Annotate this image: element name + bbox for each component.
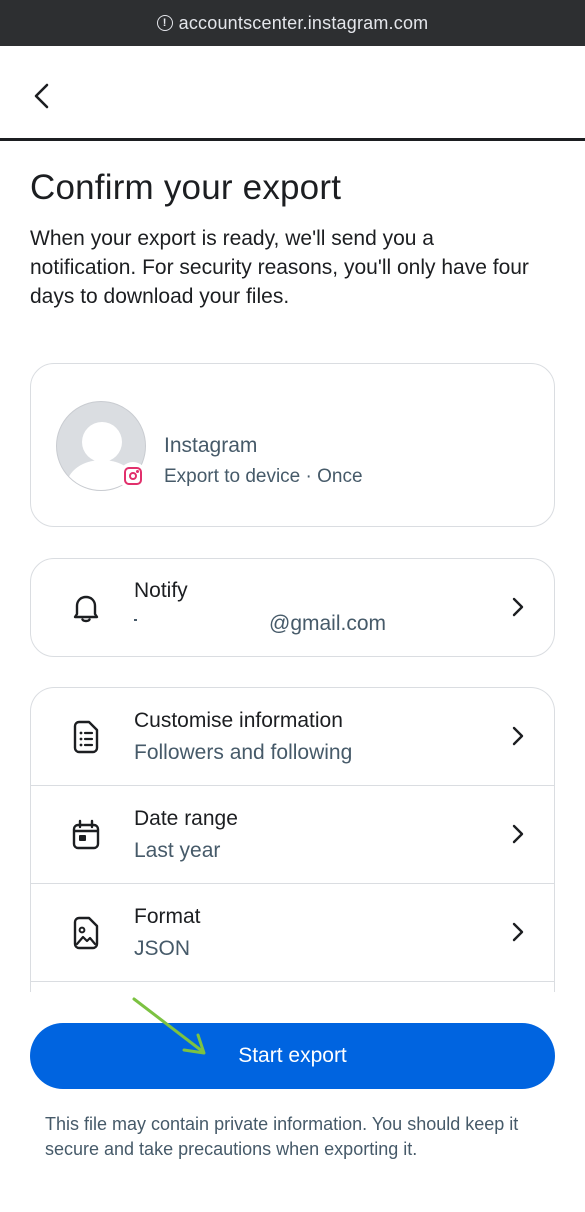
export-options-card: Customise information Followers and foll… xyxy=(30,687,555,1007)
account-name: Instagram xyxy=(164,434,258,457)
image-file-icon xyxy=(69,916,103,950)
account-subtitle: Export to device · Once xyxy=(164,466,363,487)
back-button[interactable] xyxy=(22,76,62,116)
scroll-fade xyxy=(0,992,585,1022)
option-title: Format xyxy=(134,905,201,928)
option-value: JSON xyxy=(134,937,191,960)
chevron-right-icon xyxy=(508,726,528,746)
option-row-date-range[interactable]: Date range Last year xyxy=(31,786,554,884)
option-title: Customise information xyxy=(134,709,343,732)
option-value: Followers and following xyxy=(134,741,353,764)
option-value: Last year xyxy=(134,839,221,862)
privacy-note: This file may contain private informatio… xyxy=(45,1114,519,1159)
annotation-arrow-icon xyxy=(132,997,206,1055)
browser-url-bar[interactable]: ! accountscenter.instagram.com xyxy=(0,0,585,46)
page-title: Confirm your export xyxy=(30,168,342,207)
url-text[interactable]: accountscenter.instagram.com xyxy=(179,13,429,34)
option-title: Date range xyxy=(134,807,238,830)
start-export-button[interactable]: Start export xyxy=(30,1023,555,1089)
calendar-icon xyxy=(69,818,103,852)
page-description: When your export is ready, we'll send yo… xyxy=(30,227,529,308)
info-icon[interactable]: ! xyxy=(156,15,173,31)
top-nav xyxy=(0,46,585,141)
notify-title: Notify xyxy=(134,579,188,602)
document-list-icon xyxy=(69,720,103,754)
chevron-left-icon xyxy=(34,83,49,109)
email-redacted-mark xyxy=(134,619,137,621)
instagram-icon xyxy=(124,467,142,485)
notify-email: @gmail.com xyxy=(269,612,387,635)
chevron-right-icon xyxy=(508,922,528,942)
option-row-format[interactable]: Format JSON xyxy=(31,884,554,982)
chevron-right-icon xyxy=(508,597,528,617)
chevron-right-icon xyxy=(508,824,528,844)
notify-card[interactable]: Notify @gmail.com xyxy=(30,558,555,657)
bell-icon xyxy=(69,591,103,625)
avatar-head xyxy=(82,422,122,462)
instagram-badge xyxy=(119,462,147,490)
option-row-customise-information[interactable]: Customise information Followers and foll… xyxy=(31,688,554,786)
account-card: Instagram Export to device · Once xyxy=(30,363,555,527)
notify-row[interactable]: Notify @gmail.com xyxy=(31,559,554,656)
url-container[interactable]: ! accountscenter.instagram.com xyxy=(156,13,429,34)
